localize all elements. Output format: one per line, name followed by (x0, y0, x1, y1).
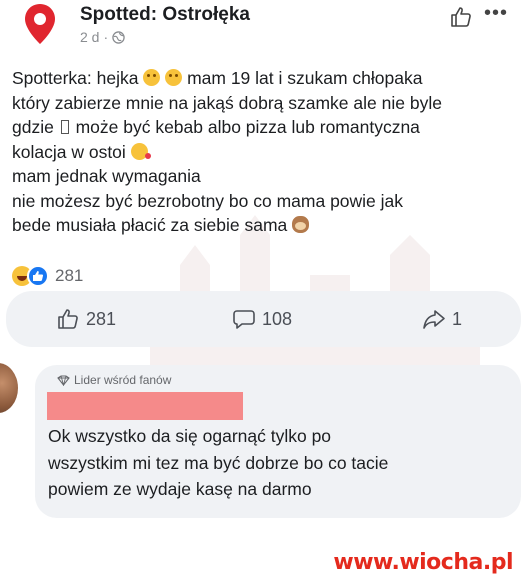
location-pin-icon (25, 4, 55, 44)
top-fan-badge-icon (57, 374, 70, 386)
share-arrow-icon (423, 310, 445, 329)
redacted-author-name (47, 392, 243, 420)
smiling-emoji-icon (165, 69, 183, 86)
globe-icon (112, 30, 125, 44)
share-button[interactable]: 1 (422, 291, 462, 347)
comment-text: Ok wszystko da się ogarnąć tylko po wszy… (48, 423, 388, 503)
action-bar: 281 108 1 (6, 291, 521, 347)
reaction-summary[interactable]: 281 (12, 265, 83, 287)
post-line: nie możesz być bezrobotny bo co mama pow… (12, 190, 404, 211)
post-line: który zabierze mnie na jakąś dobrą szamk… (12, 92, 442, 113)
page-name[interactable]: Spotted: Ostrołęka (80, 4, 250, 26)
like-button[interactable]: 281 (56, 291, 116, 347)
post-meta: 2 d · (80, 29, 125, 45)
missing-glyph-icon (60, 120, 69, 134)
post-line: mam jednak wymagania (12, 166, 201, 186)
comment-line: Ok wszystko da się ogarnąć tylko po (48, 426, 332, 446)
share-count: 1 (452, 308, 463, 329)
top-fan-label: Lider wśród fanów (74, 373, 172, 387)
more-dots-icon[interactable]: ••• (484, 2, 508, 25)
kissing-emoji-icon (130, 142, 151, 160)
post-text: Spotterka: hejka mam 19 lat i szukam chł… (12, 66, 512, 238)
post-line: gdzie może być kebab albo pizza lub roma… (12, 117, 420, 137)
post-line: kolacja w ostoi (12, 140, 512, 165)
see-no-evil-monkey-icon (292, 216, 310, 233)
speech-bubble-icon (233, 310, 255, 329)
like-reaction-icon (27, 265, 49, 287)
comment-button[interactable]: 108 (232, 291, 292, 347)
meta-separator: · (103, 29, 109, 45)
thumb-up-icon[interactable] (449, 5, 473, 29)
comment-count: 108 (262, 308, 293, 329)
comment-line: powiem ze wydaje kasę na darmo (48, 479, 312, 499)
smiling-emoji-icon (143, 69, 161, 86)
post-line: bede musiała płacić za siebie sama (12, 213, 512, 238)
post-time[interactable]: 2 d (80, 29, 99, 45)
post-line: Spotterka: hejka mam 19 lat i szukam chł… (12, 68, 423, 88)
top-fan-badge: Lider wśród fanów (57, 373, 171, 387)
avatar[interactable] (0, 363, 18, 413)
reaction-count: 281 (55, 266, 84, 285)
like-count: 281 (86, 308, 117, 329)
site-watermark: www.wiocha.pl (333, 550, 513, 575)
comment-line: wszystkim mi tez ma być dobrze bo co tac… (48, 452, 389, 473)
thumb-up-icon (58, 309, 78, 329)
